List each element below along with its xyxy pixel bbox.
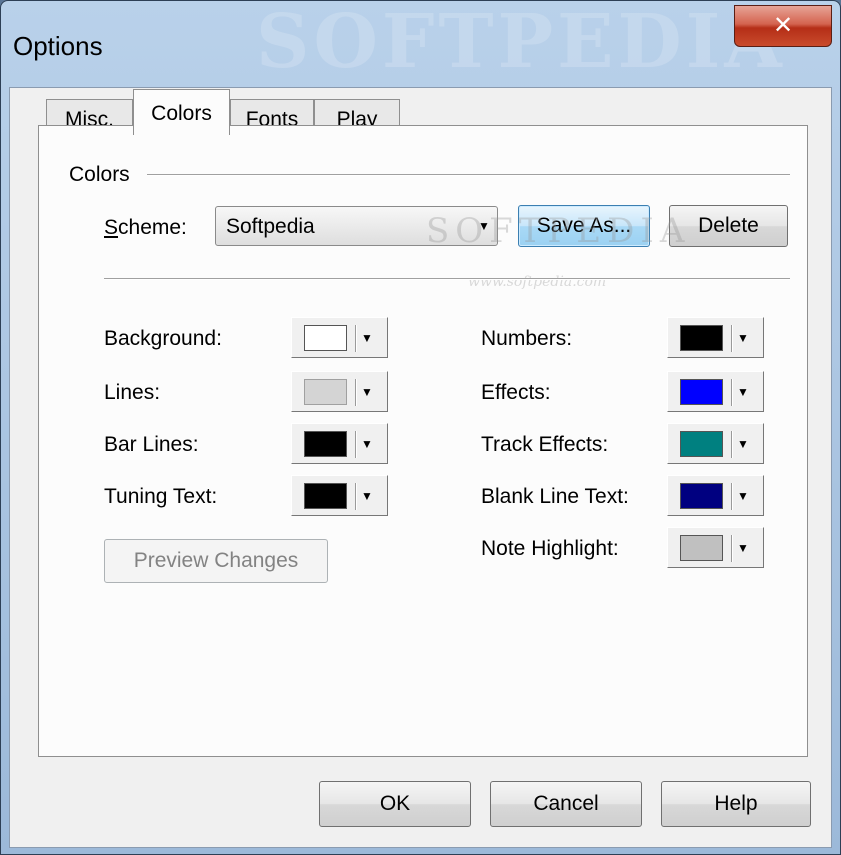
- picker-separator: [731, 431, 733, 458]
- chevron-down-icon: ▼: [737, 437, 749, 451]
- picker-separator: [731, 535, 733, 562]
- tab-colors[interactable]: Colors: [133, 89, 230, 135]
- picker-separator: [355, 431, 357, 458]
- chevron-down-icon: ▼: [361, 437, 373, 451]
- picker-separator: [731, 325, 733, 352]
- window-title: Options: [13, 31, 103, 61]
- preview-changes-button[interactable]: Preview Changes: [104, 539, 328, 583]
- note-highlight-swatch: [680, 535, 723, 561]
- blank-line-text-color-picker[interactable]: ▼: [667, 475, 764, 516]
- lines-color-picker[interactable]: ▼: [291, 371, 388, 412]
- cancel-button[interactable]: Cancel: [490, 781, 642, 827]
- scheme-label: Scheme:: [104, 216, 187, 240]
- background-swatch: [304, 325, 347, 351]
- bar-lines-swatch: [304, 431, 347, 457]
- numbers-label: Numbers:: [481, 327, 573, 350]
- picker-separator: [355, 483, 357, 510]
- track-effects-color-picker[interactable]: ▼: [667, 423, 764, 464]
- chevron-down-icon: ▼: [737, 331, 749, 345]
- effects-label: Effects:: [481, 381, 551, 404]
- blank-line-text-swatch: [680, 483, 723, 509]
- group-line: [147, 174, 790, 176]
- separator-line: [104, 278, 790, 280]
- bar-lines-label: Bar Lines:: [104, 433, 199, 456]
- lines-swatch: [304, 379, 347, 405]
- numbers-color-picker[interactable]: ▼: [667, 317, 764, 358]
- effects-swatch: [680, 379, 723, 405]
- scheme-label-rest: cheme:: [118, 216, 187, 239]
- chevron-down-icon: ▼: [361, 331, 373, 345]
- help-button[interactable]: Help: [661, 781, 811, 827]
- background-color-picker[interactable]: ▼: [291, 317, 388, 358]
- track-effects-label: Track Effects:: [481, 433, 609, 456]
- delete-button[interactable]: Delete: [669, 205, 788, 247]
- picker-separator: [731, 379, 733, 406]
- background-label: Background:: [104, 327, 222, 350]
- options-dialog: SOFTPEDIA Options ✕ Misc. Colors Fonts P…: [0, 0, 841, 855]
- scheme-accel: S: [104, 216, 119, 239]
- save-as-button[interactable]: Save As...: [518, 205, 650, 247]
- chevron-down-icon: ▼: [361, 489, 373, 503]
- effects-color-picker[interactable]: ▼: [667, 371, 764, 412]
- chevron-down-icon: ▼: [361, 385, 373, 399]
- scheme-dropdown[interactable]: Softpedia ▼: [215, 206, 498, 246]
- chevron-down-icon: ▼: [737, 489, 749, 503]
- tuning-text-swatch: [304, 483, 347, 509]
- note-highlight-label: Note Highlight:: [481, 537, 619, 560]
- title-watermark: SOFTPEDIA: [256, 0, 786, 85]
- track-effects-swatch: [680, 431, 723, 457]
- close-icon: ✕: [772, 11, 794, 39]
- chevron-down-icon: ▼: [737, 541, 749, 555]
- scheme-value: Softpedia: [226, 215, 315, 238]
- chevron-down-icon: ▼: [737, 385, 749, 399]
- bar-lines-color-picker[interactable]: ▼: [291, 423, 388, 464]
- title-bar[interactable]: SOFTPEDIA Options ✕: [1, 0, 840, 85]
- picker-separator: [355, 325, 357, 352]
- tab-colors-label: Colors: [151, 102, 212, 125]
- numbers-swatch: [680, 325, 723, 351]
- note-highlight-color-picker[interactable]: ▼: [667, 527, 764, 568]
- ok-button[interactable]: OK: [319, 781, 471, 827]
- close-button[interactable]: ✕: [734, 5, 832, 47]
- picker-separator: [355, 379, 357, 406]
- chevron-down-icon: ▼: [478, 219, 490, 233]
- blank-line-text-label: Blank Line Text:: [481, 485, 629, 508]
- tuning-text-color-picker[interactable]: ▼: [291, 475, 388, 516]
- picker-separator: [731, 483, 733, 510]
- tuning-text-label: Tuning Text:: [104, 485, 218, 508]
- lines-label: Lines:: [104, 381, 161, 404]
- colors-group-label: Colors: [69, 163, 138, 187]
